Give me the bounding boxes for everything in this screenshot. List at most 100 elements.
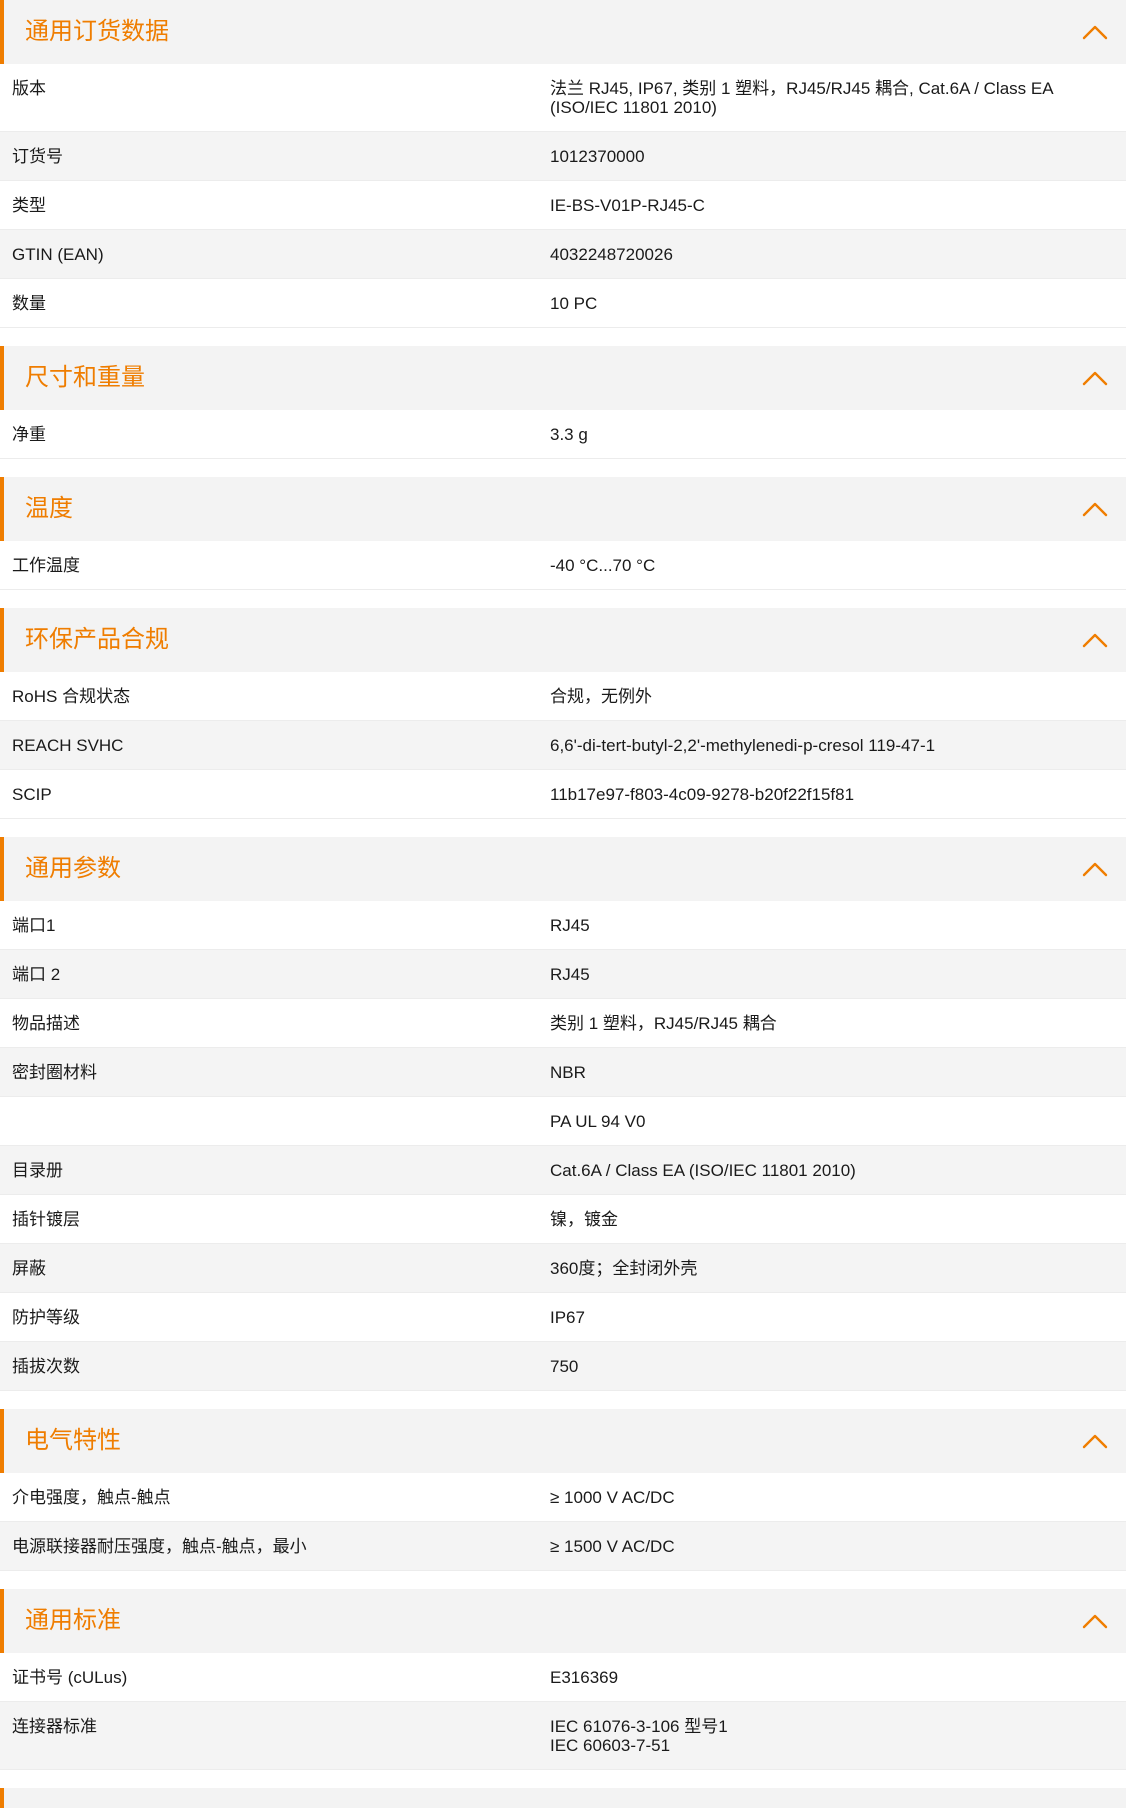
spec-label: 插拔次数 bbox=[12, 1357, 80, 1376]
section-header-general-parameters[interactable]: 通用参数 bbox=[0, 837, 1126, 901]
spec-label: REACH SVHC bbox=[12, 736, 124, 755]
spec-table: RoHS 合规状态 合规，无例外 REACH SVHC 6,6'-di-tert… bbox=[0, 672, 1126, 819]
section-title: 通用标准 bbox=[25, 1607, 121, 1634]
section-header-environmental-compliance[interactable]: 环保产品合规 bbox=[0, 608, 1126, 672]
section-gap bbox=[0, 819, 1126, 837]
spec-value: 1012370000 bbox=[550, 132, 1126, 166]
section-title: 尺寸和重量 bbox=[25, 364, 145, 391]
spec-value-line: 360度；全封闭外壳 bbox=[550, 1259, 698, 1278]
spec-row: 介电强度，触点-触点 ≥ 1000 V AC/DC bbox=[0, 1473, 1126, 1522]
spec-label: 介电强度，触点-触点 bbox=[12, 1488, 171, 1507]
spec-label: 类型 bbox=[12, 196, 46, 215]
spec-value: 750 bbox=[550, 1342, 1126, 1376]
section-title: 通用参数 bbox=[25, 855, 121, 882]
section-environmental-compliance: 环保产品合规 RoHS 合规状态 合规，无例外 REACH SVHC 6,6'-… bbox=[0, 608, 1126, 819]
spec-label: 数量 bbox=[12, 294, 46, 313]
spec-value-line: RJ45 bbox=[550, 916, 590, 935]
section-gap bbox=[0, 1770, 1126, 1788]
spec-value: RJ45 bbox=[550, 901, 1126, 935]
spec-value: IE-BS-V01P-RJ45-C bbox=[550, 181, 1126, 215]
section-header-general-standards[interactable]: 通用标准 bbox=[0, 1589, 1126, 1653]
spec-row: 插拔次数 750 bbox=[0, 1342, 1126, 1391]
spec-table: 介电强度，触点-触点 ≥ 1000 V AC/DC 电源联接器耐压强度，触点-触… bbox=[0, 1473, 1126, 1571]
spec-row: GTIN (EAN) 4032248720026 bbox=[0, 230, 1126, 279]
next-section-header-partial[interactable] bbox=[0, 1788, 1126, 1808]
chevron-up-icon[interactable] bbox=[1080, 626, 1110, 654]
spec-value: ≥ 1500 V AC/DC bbox=[550, 1522, 1126, 1556]
chevron-up-icon[interactable] bbox=[1080, 1427, 1110, 1455]
section-title: 电气特性 bbox=[25, 1427, 121, 1454]
spec-value: 10 PC bbox=[550, 279, 1126, 313]
spec-row: 电源联接器耐压强度，触点-触点，最小 ≥ 1500 V AC/DC bbox=[0, 1522, 1126, 1571]
spec-row: 订货号 1012370000 bbox=[0, 132, 1126, 181]
spec-value: IEC 61076-3-106 型号1 IEC 60603-7-51 bbox=[550, 1702, 1126, 1755]
spec-label: 屏蔽 bbox=[12, 1259, 46, 1278]
spec-row: 目录册 Cat.6A / Class EA (ISO/IEC 11801 201… bbox=[0, 1146, 1126, 1195]
spec-value-line: PA UL 94 V0 bbox=[550, 1112, 646, 1131]
spec-row: PA UL 94 V0 bbox=[0, 1097, 1126, 1146]
spec-value: 类别 1 塑料，RJ45/RJ45 耦合 bbox=[550, 999, 1126, 1033]
spec-row: 数量 10 PC bbox=[0, 279, 1126, 328]
chevron-up-icon[interactable] bbox=[1080, 18, 1110, 46]
spec-label: 插针镀层 bbox=[12, 1210, 80, 1229]
spec-label: 防护等级 bbox=[12, 1308, 80, 1327]
spec-row: 端口1 RJ45 bbox=[0, 901, 1126, 950]
spec-value-line: 750 bbox=[550, 1357, 579, 1376]
chevron-up-icon[interactable] bbox=[1080, 855, 1110, 883]
spec-label: RoHS 合规状态 bbox=[12, 687, 131, 706]
spec-row: REACH SVHC 6,6'-di-tert-butyl-2,2'-methy… bbox=[0, 721, 1126, 770]
spec-row: 端口 2 RJ45 bbox=[0, 950, 1126, 999]
spec-row: 版本 法兰 RJ45, IP67, 类别 1 塑料，RJ45/RJ45 耦合, … bbox=[0, 64, 1126, 132]
spec-row: 密封圈材料 NBR bbox=[0, 1048, 1126, 1097]
spec-value: 镍，镀金 bbox=[550, 1195, 1126, 1229]
section-header-temperature[interactable]: 温度 bbox=[0, 477, 1126, 541]
section-title: 通用订货数据 bbox=[25, 18, 169, 45]
spec-label: 工作温度 bbox=[12, 556, 80, 575]
spec-row: 证书号 (cULus) E316369 bbox=[0, 1653, 1126, 1702]
spec-value-line: 合规，无例外 bbox=[550, 687, 652, 706]
section-temperature: 温度 工作温度 -40 °C...70 °C bbox=[0, 477, 1126, 590]
chevron-up-icon[interactable] bbox=[1080, 1607, 1110, 1635]
section-general-parameters: 通用参数 端口1 RJ45 端口 2 RJ45 物品描述 类别 1 塑料，RJ4… bbox=[0, 837, 1126, 1391]
spec-row: 插针镀层 镍，镀金 bbox=[0, 1195, 1126, 1244]
spec-label: 订货号 bbox=[12, 147, 63, 166]
spec-value: Cat.6A / Class EA (ISO/IEC 11801 2010) bbox=[550, 1146, 1126, 1180]
spec-row: 屏蔽 360度；全封闭外壳 bbox=[0, 1244, 1126, 1293]
spec-label: 端口1 bbox=[12, 916, 56, 935]
spec-value-line: 3.3 g bbox=[550, 425, 588, 444]
spec-row: 工作温度 -40 °C...70 °C bbox=[0, 541, 1126, 590]
spec-row: 物品描述 类别 1 塑料，RJ45/RJ45 耦合 bbox=[0, 999, 1126, 1048]
spec-value: 3.3 g bbox=[550, 410, 1126, 444]
spec-value: NBR bbox=[550, 1048, 1126, 1082]
spec-value-line: ≥ 1000 V AC/DC bbox=[550, 1488, 675, 1507]
spec-value-line: IE-BS-V01P-RJ45-C bbox=[550, 196, 705, 215]
spec-value-line: 10 PC bbox=[550, 294, 598, 313]
spec-value-line: 镍，镀金 bbox=[550, 1210, 618, 1229]
spec-value: 法兰 RJ45, IP67, 类别 1 塑料，RJ45/RJ45 耦合, Cat… bbox=[550, 64, 1126, 117]
section-general-standards: 通用标准 证书号 (cULus) E316369 连接器标准 IEC 61076… bbox=[0, 1589, 1126, 1770]
spec-value: 合规，无例外 bbox=[550, 672, 1126, 706]
section-title: 温度 bbox=[25, 495, 73, 522]
spec-value-line: IEC 60603-7-51 bbox=[550, 1736, 671, 1755]
section-header-dimensions-weight[interactable]: 尺寸和重量 bbox=[0, 346, 1126, 410]
spec-value-line: E316369 bbox=[550, 1668, 619, 1687]
spec-label: 电源联接器耐压强度，触点-触点，最小 bbox=[12, 1537, 307, 1556]
section-gap bbox=[0, 1571, 1126, 1589]
spec-table: 证书号 (cULus) E316369 连接器标准 IEC 61076-3-10… bbox=[0, 1653, 1126, 1770]
spec-row: 防护等级 IP67 bbox=[0, 1293, 1126, 1342]
spec-value-line: Cat.6A / Class EA (ISO/IEC 11801 2010) bbox=[550, 1161, 856, 1180]
product-details-page: 通用订货数据 版本 法兰 RJ45, IP67, 类别 1 塑料，RJ45/RJ… bbox=[0, 0, 1126, 1812]
section-header-general-ordering[interactable]: 通用订货数据 bbox=[0, 0, 1126, 64]
spec-value-line: 11b17e97-f803-4c09-9278-b20f22f15f81 bbox=[550, 785, 855, 804]
section-dimensions-weight: 尺寸和重量 净重 3.3 g bbox=[0, 346, 1126, 459]
section-header-electrical-properties[interactable]: 电气特性 bbox=[0, 1409, 1126, 1473]
section-title: 环保产品合规 bbox=[25, 626, 169, 653]
section-gap bbox=[0, 590, 1126, 608]
spec-value: 360度；全封闭外壳 bbox=[550, 1244, 1126, 1278]
chevron-up-icon[interactable] bbox=[1080, 495, 1110, 523]
spec-value-line: 类别 1 塑料，RJ45/RJ45 耦合 bbox=[550, 1014, 777, 1033]
chevron-up-icon[interactable] bbox=[1080, 364, 1110, 392]
spec-row: 净重 3.3 g bbox=[0, 410, 1126, 459]
spec-label: SCIP bbox=[12, 785, 52, 804]
spec-value: 4032248720026 bbox=[550, 230, 1126, 264]
